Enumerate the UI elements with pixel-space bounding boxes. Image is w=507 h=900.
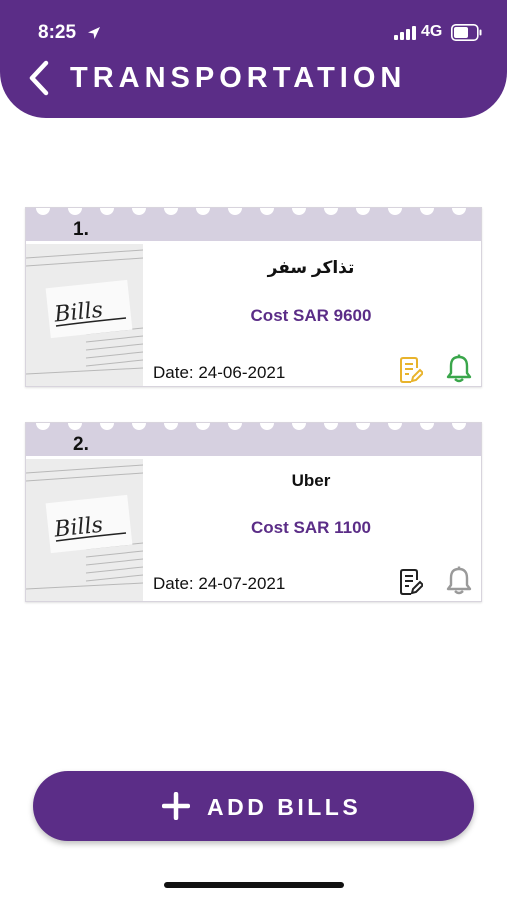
back-chevron-icon[interactable] [26,60,52,96]
bill-thumbnail: Bills [26,459,143,601]
ticket-scallop-edge [36,208,466,215]
edit-bill-icon[interactable] [399,356,423,384]
bill-cost: Cost SAR 1100 [251,518,371,537]
plus-icon [162,792,190,820]
home-indicator[interactable] [164,882,344,888]
page-title: TRANSPORTATION [70,62,407,94]
ticket-scallop-edge [36,423,466,430]
header-bar: 8:25 4G TRANSPORTATION [0,0,507,118]
status-bar: 8:25 4G [0,18,507,48]
bill-card[interactable]: 2. Bills Uber Cost SAR 1100 Date: 24-07-… [25,422,482,602]
status-time: 8:25 [38,22,77,43]
ticket-header: 1. [26,208,481,241]
bill-name: Uber [291,471,331,490]
edit-bill-icon[interactable] [399,568,423,596]
add-bills-label: ADD BILLS [207,794,362,820]
bill-cost: Cost SAR 9600 [250,306,372,325]
ticket-header: 2. [26,423,481,456]
network-type: 4G [421,23,443,40]
bill-number: 1. [73,219,89,240]
bill-number: 2. [73,434,89,455]
bill-date: Date: 24-06-2021 [153,363,286,382]
bill-thumbnail: Bills [26,244,143,386]
bill-name: تذاكر سفر [267,258,355,277]
cell-signal-icon [394,26,416,40]
bell-icon[interactable] [446,354,472,384]
bill-card[interactable]: 1. Bills تذاكر سفر Cost SAR 9600 Date: 2… [25,207,482,387]
add-bills-button[interactable]: ADD BILLS [33,771,474,841]
location-arrow-icon [88,27,100,39]
bell-icon[interactable] [446,566,472,596]
battery-icon [451,24,482,41]
bill-date: Date: 24-07-2021 [153,574,286,593]
